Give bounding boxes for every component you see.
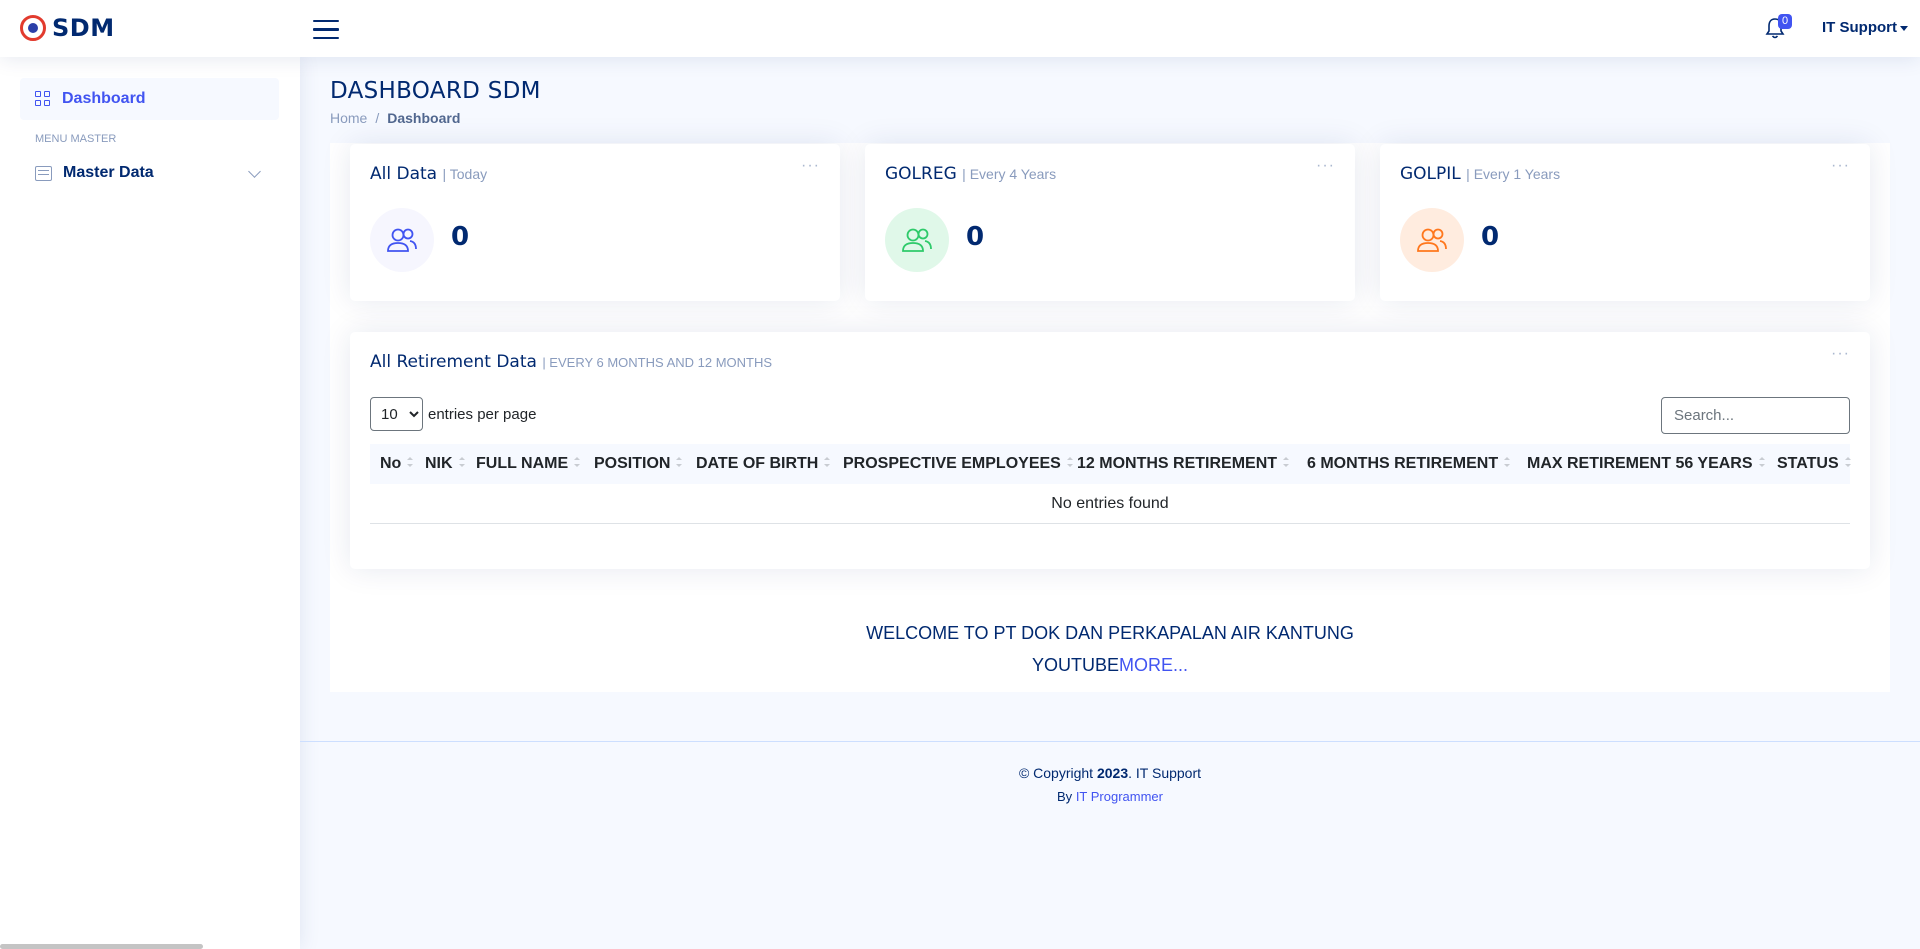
more-options-icon[interactable]: ··· [801,158,820,174]
people-icon [1400,208,1464,272]
column-header-no[interactable]: No [380,455,414,473]
card-title: GOLPIL | Every 1 Years [1400,164,1560,184]
youtube-more-link[interactable]: MORE... [1119,655,1188,675]
welcome-message: WELCOME TO PT DOK DAN PERKAPALAN AIR KAN… [350,617,1870,681]
stat-card-golpil: ··· GOLPIL | Every 1 Years 0 [1380,144,1870,301]
sidebar-scrollbar[interactable] [0,944,203,949]
card-subtitle: | Today [442,166,488,182]
stat-value: 0 [1481,222,1500,252]
column-header-status[interactable]: STATUS [1777,455,1851,473]
footer: © Copyright 2023. IT Support By IT Progr… [300,741,1920,804]
sidebar-item-master-data[interactable]: Master Data [20,153,279,193]
card-title: All Retirement Data | EVERY 6 MONTHS AND… [370,352,772,372]
card-title-text: All Retirement Data [370,352,537,372]
page-title-section: DASHBOARD SDM Home / Dashboard [330,78,541,126]
sidebar: Dashboard MENU MASTER Master Data [0,57,300,949]
menu-heading: MENU MASTER [35,133,117,145]
card-title: GOLREG | Every 4 Years [885,164,1056,184]
grid-icon [35,91,51,107]
credits: By IT Programmer [1057,789,1163,804]
caret-down-icon [1900,25,1908,31]
card-title-text: GOLREG [885,164,957,184]
column-header-date-of-birth[interactable]: DATE OF BIRTH [696,455,831,473]
logo-text: SDM [52,14,115,42]
column-header-nik[interactable]: NIK [425,455,465,473]
more-options-icon[interactable]: ··· [1316,158,1335,174]
company-emblem-icon [20,15,46,41]
card-subtitle: | Every 4 Years [962,166,1057,182]
search-input[interactable] [1661,397,1850,434]
retirement-data-card: ··· All Retirement Data | EVERY 6 MONTHS… [350,332,1870,569]
entries-label: entries per page [428,405,537,423]
card-title-text: GOLPIL [1400,164,1461,184]
card-subtitle: | EVERY 6 MONTHS AND 12 MONTHS [542,355,773,370]
user-name: IT Support [1822,19,1897,36]
breadcrumb-current: Dashboard [387,110,461,126]
youtube-label: YOUTUBE [1031,655,1119,675]
toggle-sidebar-icon[interactable] [313,16,339,40]
people-icon [370,208,434,272]
breadcrumb-home-link[interactable]: Home [330,110,367,126]
notifications-button[interactable]: 0 [1764,14,1793,40]
copyright: © Copyright 2023. IT Support [1018,765,1202,781]
user-menu-dropdown[interactable]: IT Support [1822,19,1908,36]
card-title: All Data | Today [370,164,487,184]
column-header-6-months-retirement[interactable]: 6 MONTHS RETIREMENT [1307,455,1511,473]
people-icon [885,208,949,272]
chevron-down-icon [248,165,261,178]
table-header-row: No NIK FULL NAME POSITION DATE OF BIRTH … [370,444,1851,484]
stat-card-golreg: ··· GOLREG | Every 4 Years 0 [865,144,1355,301]
welcome-line: WELCOME TO PT DOK DAN PERKAPALAN AIR KAN… [866,623,1354,643]
breadcrumb: Home / Dashboard [330,110,541,126]
card-subtitle: | Every 1 Years [1466,166,1561,182]
stat-value: 0 [966,222,985,252]
more-options-icon[interactable]: ··· [1831,346,1850,362]
notification-count-badge: 0 [1778,14,1793,29]
page-size-select[interactable]: 10 [370,397,423,431]
sidebar-item-label: Dashboard [62,90,146,107]
logo[interactable]: SDM [20,14,115,42]
entries-per-page-control: 10 entries per page [370,397,536,431]
column-header-12-months-retirement[interactable]: 12 MONTHS RETIREMENT [1077,455,1290,473]
empty-table-message: No entries found [370,484,1850,524]
more-options-icon[interactable]: ··· [1831,158,1850,174]
page-title: DASHBOARD SDM [330,78,541,104]
card-title-text: All Data [370,164,438,184]
column-header-prospective-employees[interactable]: PROSPECTIVE EMPLOYEES [843,455,1073,473]
youtube-line: YOUTUBEMORE... [350,649,1870,681]
stat-card-all-data: ··· All Data | Today 0 [350,144,840,301]
column-header-full-name[interactable]: FULL NAME [476,455,581,473]
it-programmer-link[interactable]: IT Programmer [1076,789,1163,804]
top-header: SDM 0 IT Support [0,0,1920,57]
layout-text-icon [35,165,52,181]
breadcrumb-separator: / [375,110,380,126]
stat-value: 0 [451,222,470,252]
column-header-position[interactable]: POSITION [594,455,683,473]
sidebar-item-label: Master Data [63,164,154,181]
column-header-max-retirement[interactable]: MAX RETIREMENT 56 YEARS [1527,455,1765,473]
sidebar-item-dashboard[interactable]: Dashboard [20,78,279,120]
